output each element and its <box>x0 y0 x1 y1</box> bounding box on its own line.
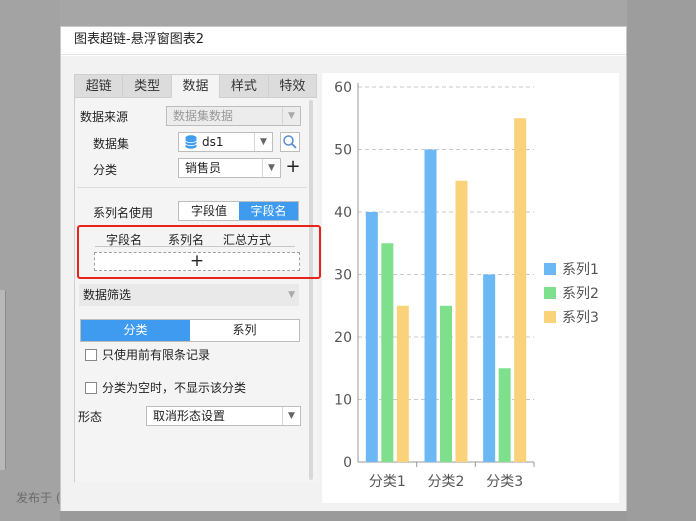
hide-empty-category-label: 分类为空时，不显示该分类 <box>102 381 247 395</box>
data-source-label: 数据来源 <box>80 110 129 124</box>
category-value: 销售员 <box>185 161 222 175</box>
data-filter-section[interactable]: 数据筛选 ▼ <box>79 284 299 306</box>
search-icon <box>283 135 297 149</box>
bar <box>424 149 437 462</box>
dialog-body: 超链 类型 数据 样式 特效 数据来源 数据集数据 ▼ 数据集 ds1 ▼ 分类… <box>61 56 626 511</box>
y-tick-label: 0 <box>343 455 352 471</box>
filter-tab-category[interactable]: 分类 <box>81 320 190 341</box>
x-tick-label: 分类2 <box>428 474 465 490</box>
y-tick-label: 30 <box>334 268 352 284</box>
hide-empty-category-checkbox[interactable] <box>85 382 97 394</box>
series-name-field-name[interactable]: 字段名 <box>239 202 298 220</box>
backdrop-left <box>0 0 60 521</box>
dataset-label: 数据集 <box>93 137 130 151</box>
chevron-down-icon: ▼ <box>288 290 295 300</box>
hyperlink-dialog: 图表超链-悬浮窗图表2 超链 类型 数据 样式 特效 数据来源 数据集数据 ▼ … <box>60 26 627 511</box>
dataset-value: ds1 <box>202 135 224 149</box>
dialog-title: 图表超链-悬浮窗图表2 <box>61 27 626 55</box>
filter-tab-series[interactable]: 系列 <box>190 320 299 341</box>
bar <box>381 243 394 462</box>
backdrop-panel-edge <box>0 290 6 470</box>
category-select[interactable]: 销售员 ▼ <box>178 158 281 178</box>
highlight-annotation <box>77 225 321 279</box>
chevron-down-icon: ▼ <box>262 159 280 177</box>
backdrop-right <box>627 0 696 521</box>
add-category-button[interactable]: + <box>285 156 301 177</box>
bar-chart: 0 10 20 30 40 50 60 分类1 分类2 分类3 系列1 系列2 系列3 <box>334 80 599 490</box>
search-dataset-button[interactable] <box>280 132 300 152</box>
y-tick-label: 10 <box>334 393 352 409</box>
y-tick-label: 40 <box>334 205 352 221</box>
y-tick-label: 60 <box>334 80 352 96</box>
chevron-down-icon: ▼ <box>282 107 300 125</box>
tab-effects[interactable]: 特效 <box>267 74 318 98</box>
legend-label: 系列1 <box>562 262 599 278</box>
only-top-records-option[interactable]: 只使用前有限条记录 <box>85 346 210 363</box>
hide-empty-category-option[interactable]: 分类为空时，不显示该分类 <box>85 379 246 396</box>
only-top-records-checkbox[interactable] <box>85 349 97 361</box>
database-icon <box>185 135 197 149</box>
legend-swatch <box>544 311 556 323</box>
legend-label: 系列3 <box>562 310 599 326</box>
legend-swatch <box>544 287 556 299</box>
tab-style[interactable]: 样式 <box>219 74 268 98</box>
x-tick-label: 分类1 <box>369 474 406 490</box>
dataset-select[interactable]: ds1 ▼ <box>178 132 273 152</box>
bar <box>455 180 468 462</box>
data-config-panel: 数据来源 数据集数据 ▼ 数据集 ds1 ▼ 分类 销售员 ▼ + 系列名使用 … <box>74 98 317 482</box>
bar <box>498 368 511 462</box>
backdrop-footer-text: 发布于 ( <box>16 491 61 505</box>
bar <box>514 118 527 462</box>
bar <box>440 305 452 462</box>
shape-select[interactable]: 取消形态设置 ▼ <box>146 406 301 426</box>
plus-icon: + <box>285 156 301 177</box>
shape-value: 取消形态设置 <box>153 409 226 423</box>
config-scrollbar[interactable] <box>309 100 313 480</box>
tab-type[interactable]: 类型 <box>122 74 171 98</box>
data-filter-label: 数据筛选 <box>83 288 132 302</box>
chevron-down-icon: ▼ <box>282 407 300 425</box>
data-source-select: 数据集数据 ▼ <box>166 106 301 126</box>
legend-label: 系列2 <box>562 286 599 302</box>
backdrop-top <box>60 0 627 26</box>
tab-data[interactable]: 数据 <box>170 74 220 98</box>
x-tick-label: 分类3 <box>486 474 523 490</box>
tab-hyperlink[interactable]: 超链 <box>74 74 123 98</box>
bar <box>365 212 378 462</box>
legend-swatch <box>544 263 556 275</box>
shape-label: 形态 <box>78 410 103 424</box>
chevron-down-icon: ▼ <box>254 133 272 151</box>
y-tick-label: 50 <box>334 143 352 159</box>
series-name-toggle: 字段值 字段名 <box>178 201 299 221</box>
only-top-records-label: 只使用前有限条记录 <box>102 348 211 362</box>
category-label: 分类 <box>93 163 118 177</box>
series-name-label: 系列名使用 <box>93 206 154 220</box>
series-name-field-value[interactable]: 字段值 <box>179 202 239 220</box>
chart-preview: 0 10 20 30 40 50 60 分类1 分类2 分类3 系列1 系列2 系列3 <box>322 73 619 503</box>
bar <box>483 274 496 462</box>
bar <box>396 305 409 462</box>
config-tabs: 超链 类型 数据 样式 特效 <box>74 74 318 98</box>
filter-tabs: 分类 系列 <box>80 319 300 342</box>
divider <box>77 187 307 188</box>
y-tick-label: 20 <box>334 330 352 346</box>
data-source-value: 数据集数据 <box>173 109 234 123</box>
